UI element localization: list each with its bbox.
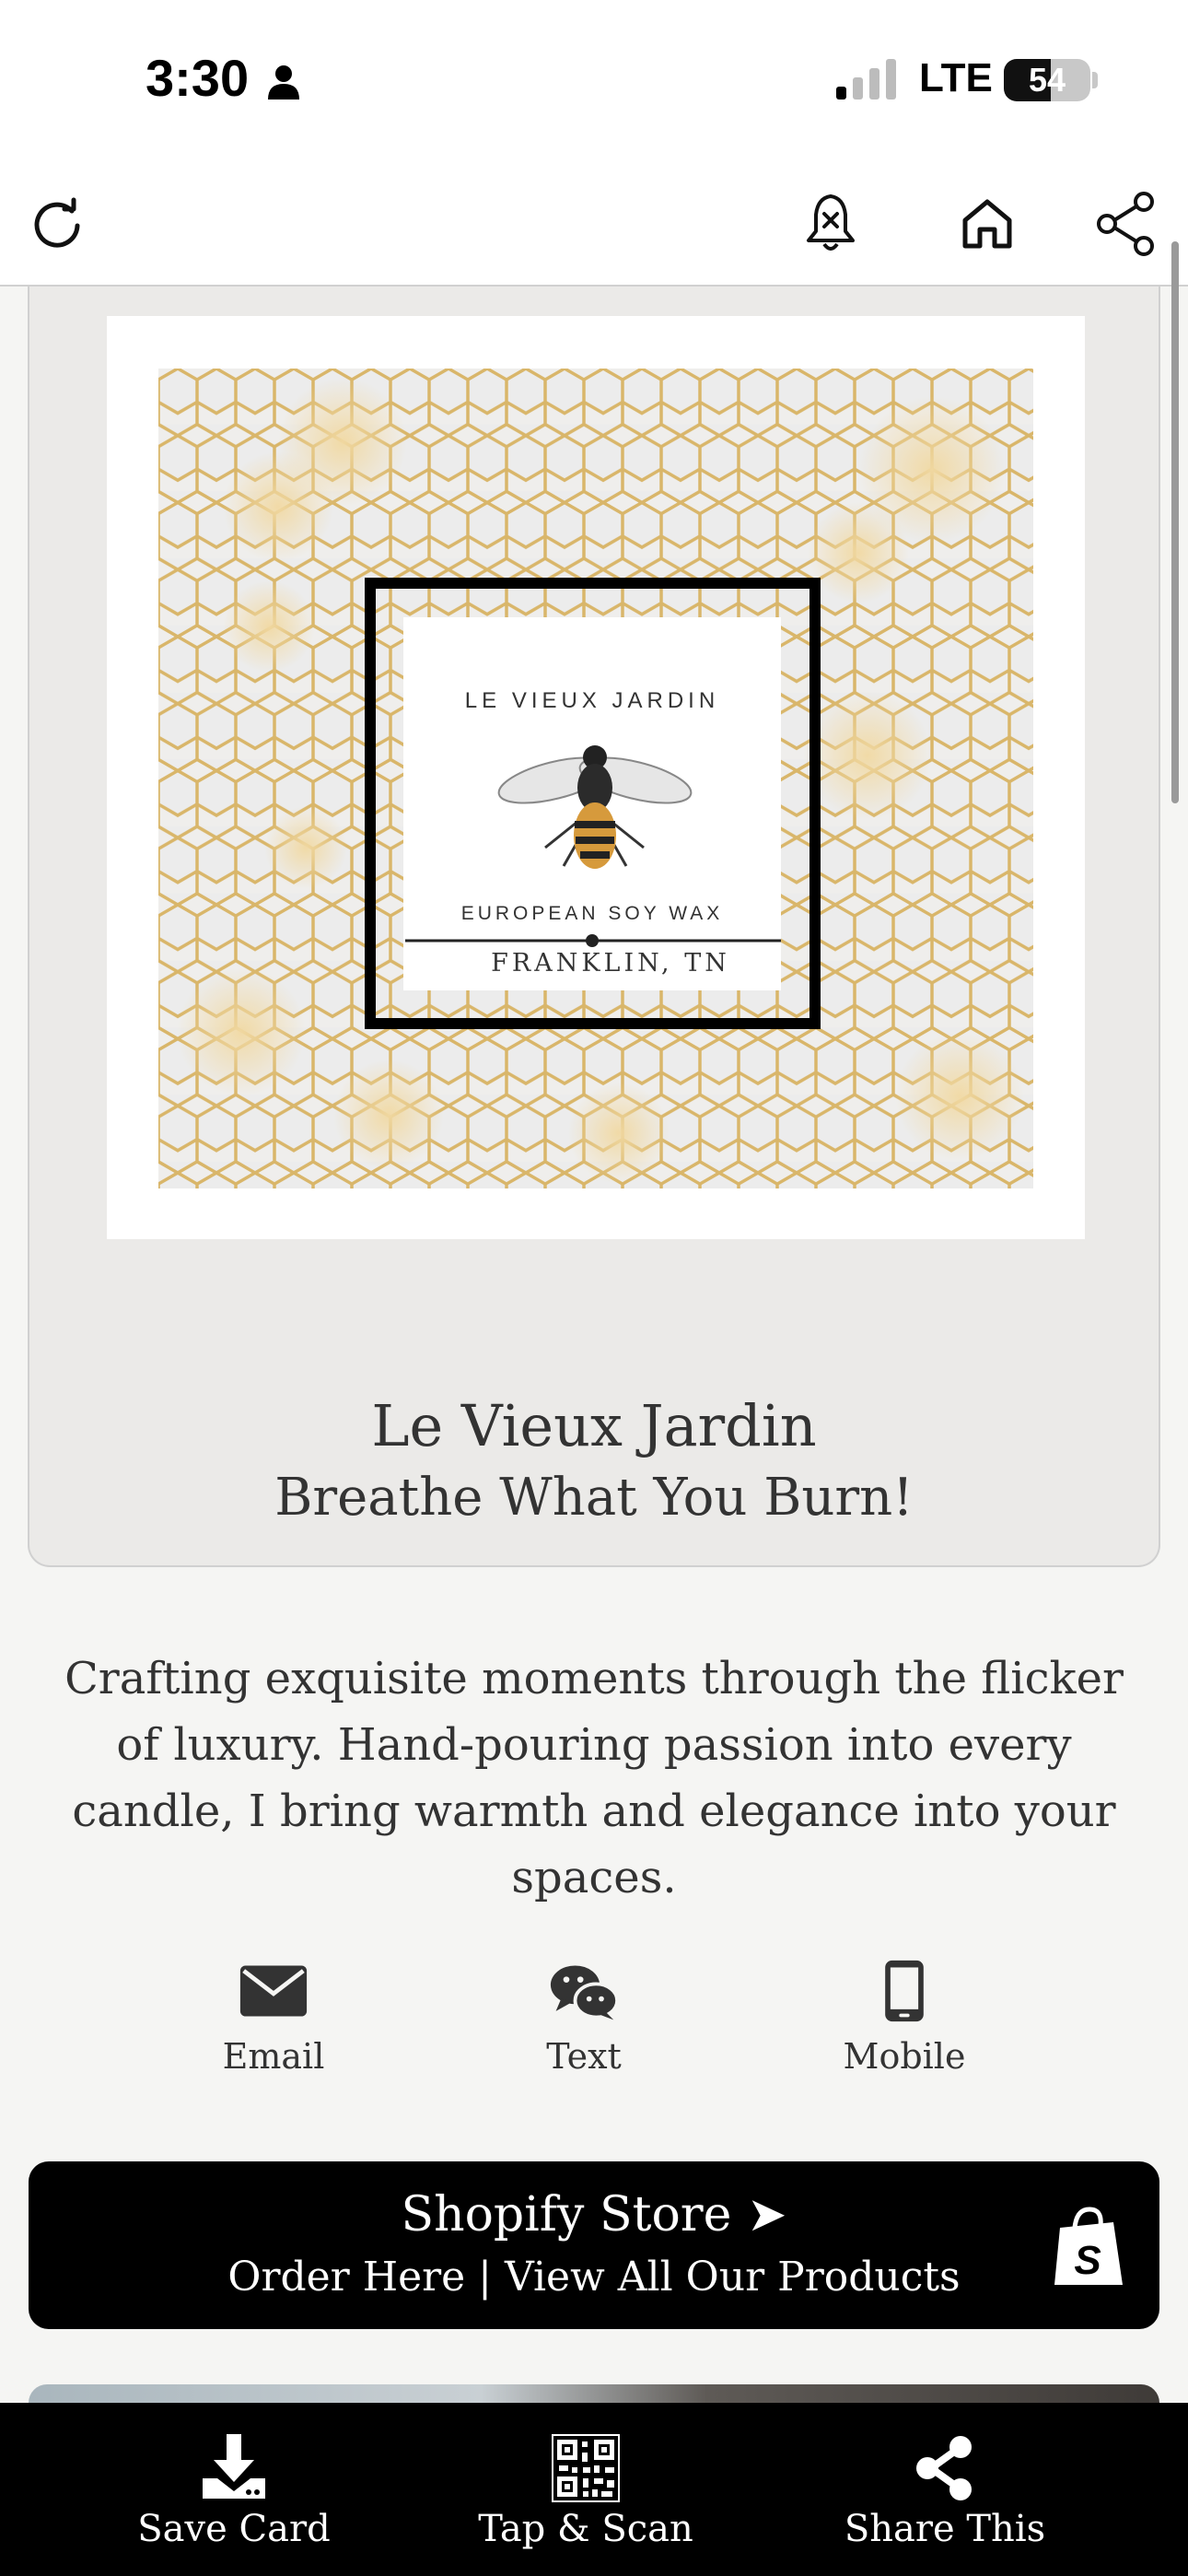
- phone-icon: [885, 1960, 924, 2022]
- logo-brand-text: LE VIEUX JARDIN: [465, 688, 719, 713]
- share-nodes-icon: [916, 2436, 972, 2500]
- save-card-label: Save Card: [137, 2508, 331, 2550]
- svg-text:S: S: [1074, 2238, 1101, 2283]
- status-time: 3:30: [146, 49, 250, 107]
- share-icon[interactable]: [1092, 189, 1162, 259]
- top-toolbar: [0, 161, 1188, 287]
- tap-scan-label: Tap & Scan: [478, 2508, 693, 2550]
- business-tagline: Breathe What You Burn!: [274, 1468, 914, 1528]
- shopify-title: Shopify Store ➤: [401, 2187, 787, 2242]
- download-icon: [203, 2434, 265, 2499]
- mobile-label: Mobile: [843, 2036, 966, 2077]
- share-this-label: Share This: [844, 2508, 1046, 2550]
- bell-off-icon[interactable]: [796, 189, 866, 259]
- text-label: Text: [546, 2036, 622, 2077]
- profile-card: LE VIEUX JARDIN EUROPEAN SOY WAX FRANKLI…: [28, 287, 1160, 1567]
- signal-icon: [836, 59, 896, 100]
- text-button[interactable]: Text: [473, 1959, 694, 2088]
- business-name: Le Vieux Jardin: [371, 1392, 817, 1459]
- scrollbar[interactable]: [1171, 241, 1179, 803]
- email-label: Email: [222, 2036, 325, 2077]
- logo-tagline-text: EUROPEAN SOY WAX: [461, 903, 724, 924]
- save-card-button[interactable]: Save Card: [96, 2434, 372, 2550]
- shopify-bag-icon: S: [1054, 2207, 1123, 2285]
- battery-label: 54: [1028, 61, 1066, 99]
- shopify-store-button[interactable]: Shopify Store ➤ Order Here | View All Ou…: [29, 2161, 1159, 2329]
- logo-frame: LE VIEUX JARDIN EUROPEAN SOY WAX FRANKLI…: [107, 316, 1085, 1239]
- battery-icon: 54: [1004, 59, 1090, 101]
- envelope-icon: [239, 1965, 308, 2017]
- email-button[interactable]: Email: [163, 1959, 384, 2088]
- status-bar: 3:30 LTE 54: [0, 0, 1188, 161]
- tap-scan-button[interactable]: Tap & Scan: [448, 2434, 724, 2550]
- share-this-button[interactable]: Share This: [807, 2434, 1083, 2550]
- chat-bubbles-icon: [550, 1965, 619, 2020]
- home-icon[interactable]: [952, 189, 1022, 259]
- next-card-preview: [29, 2384, 1159, 2403]
- battery-nub: [1092, 72, 1098, 88]
- brand-logo: LE VIEUX JARDIN EUROPEAN SOY WAX FRANKLI…: [158, 369, 1033, 1188]
- shopify-subtitle: Order Here | View All Our Products: [227, 2254, 961, 2301]
- bottom-bar: Save Card Tap & Scan Share This: [0, 2403, 1188, 2576]
- logo-location-text: FRANKLIN, TN: [491, 949, 730, 978]
- network-label: LTE: [919, 55, 993, 100]
- mobile-button[interactable]: Mobile: [794, 1959, 1015, 2088]
- person-icon: [268, 65, 299, 100]
- qr-code-icon: [552, 2434, 620, 2502]
- bio-text: Crafting exquisite moments through the f…: [64, 1653, 1124, 1903]
- refresh-icon[interactable]: [22, 189, 92, 259]
